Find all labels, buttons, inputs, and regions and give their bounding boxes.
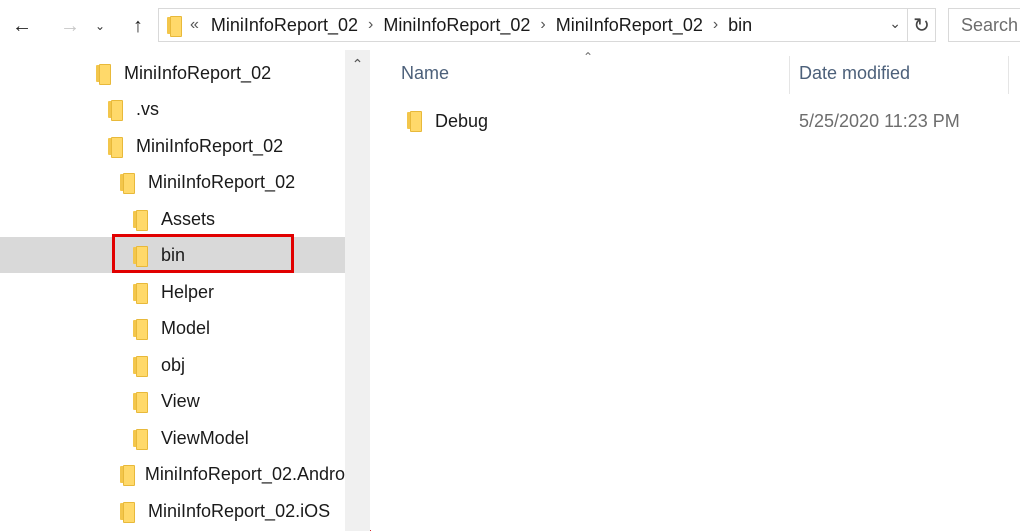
folder-icon <box>120 172 135 194</box>
scroll-up-icon[interactable]: ⌃ <box>345 56 370 73</box>
tree-item[interactable]: .vs <box>0 91 345 127</box>
tree-item[interactable]: obj <box>0 347 345 383</box>
file-list: ⌃ Name Date modified Debug 5/25/2020 11:… <box>371 50 1020 531</box>
tree-item[interactable]: ViewModel <box>0 420 345 456</box>
navigation-pane: MiniInfoReport_02 .vs MiniInfoReport_02 … <box>0 50 370 531</box>
tree-item-label: MiniInfoReport_02.Andro <box>144 463 345 484</box>
breadcrumb-item[interactable]: bin <box>728 15 752 36</box>
tree-item-label: View <box>161 390 200 411</box>
back-button[interactable]: ← <box>8 12 36 40</box>
tree-item[interactable]: Helper <box>0 274 345 310</box>
tree-item-label: MiniInfoReport_02.iOS <box>148 500 331 521</box>
column-header-date[interactable]: Date modified <box>799 50 910 96</box>
tree-item[interactable]: MiniInfoReport_02 <box>0 128 345 164</box>
arrow-left-icon: ← <box>12 14 32 37</box>
tree-item-label: obj <box>161 354 186 375</box>
tree-item[interactable]: View <box>0 383 345 419</box>
folder-icon <box>120 501 135 523</box>
search-input[interactable]: Search <box>948 8 1020 42</box>
nav-scrollbar[interactable]: ⌃ <box>345 50 370 531</box>
recent-locations-button[interactable]: ⌄ <box>92 12 108 40</box>
folder-icon <box>133 391 148 413</box>
chevron-right-icon[interactable]: › <box>703 16 728 34</box>
folder-icon <box>108 136 123 158</box>
tree-item-selected[interactable]: bin <box>0 237 345 273</box>
toolbar: ← → ⌄ ↑ « MiniInfoReport_02 › MiniInfoRe… <box>0 0 1020 50</box>
folder-icon <box>133 245 148 267</box>
sort-ascending-icon: ⌃ <box>583 50 594 64</box>
breadcrumb-item[interactable]: MiniInfoReport_02 <box>383 15 530 36</box>
folder-icon <box>108 99 123 121</box>
file-name: Debug <box>435 111 489 131</box>
folder-icon <box>120 464 135 486</box>
breadcrumb-item[interactable]: MiniInfoReport_02 <box>556 15 703 36</box>
folder-icon <box>133 355 148 377</box>
file-date: 5/25/2020 11:23 PM <box>799 111 960 131</box>
search-placeholder: Search <box>961 14 1019 35</box>
forward-button[interactable]: → <box>56 12 84 40</box>
tree-item-label: MiniInfoReport_02 <box>148 171 296 192</box>
folder-icon <box>133 282 148 304</box>
chevron-down-icon: ⌄ <box>94 19 106 33</box>
refresh-button[interactable]: ↻ <box>908 8 936 42</box>
arrow-up-icon: ↑ <box>133 14 143 37</box>
breadcrumb-item[interactable]: MiniInfoReport_02 <box>211 15 358 36</box>
tree-item-label: Helper <box>161 281 215 302</box>
tree-item[interactable]: MiniInfoReport_02.Andro <box>0 456 345 492</box>
tree-item[interactable]: MiniInfoReport_02.iOS <box>0 493 345 529</box>
file-row[interactable]: Debug 5/25/2020 11:23 PM <box>371 102 1020 138</box>
tree-item-label: Model <box>161 317 211 338</box>
tree-item[interactable]: Assets <box>0 201 345 237</box>
tree-item-label: bin <box>161 244 186 265</box>
tree-item-label: Assets <box>161 208 216 229</box>
tree-item[interactable]: MiniInfoReport_02 <box>0 164 345 200</box>
arrow-right-icon: → <box>60 14 80 37</box>
address-bar[interactable]: « MiniInfoReport_02 › MiniInfoReport_02 … <box>158 8 908 42</box>
folder-icon <box>133 209 148 231</box>
up-button[interactable]: ↑ <box>124 12 152 40</box>
tree-item[interactable]: MiniInfoReport_02 <box>0 55 345 91</box>
folder-icon <box>133 428 148 450</box>
column-header-name[interactable]: Name <box>401 50 449 96</box>
folder-icon <box>407 111 422 132</box>
chevron-right-icon[interactable]: › <box>530 16 555 34</box>
breadcrumb-overflow[interactable]: « <box>190 16 211 34</box>
folder-icon <box>167 15 182 37</box>
address-dropdown-icon[interactable]: ⌄ <box>889 15 901 32</box>
tree-item-label: .vs <box>136 98 160 119</box>
folder-icon <box>133 318 148 340</box>
column-divider[interactable] <box>789 56 790 94</box>
tree-item-label: MiniInfoReport_02 <box>124 62 272 83</box>
refresh-icon: ↻ <box>913 14 930 37</box>
chevron-right-icon[interactable]: › <box>358 16 383 34</box>
column-divider[interactable] <box>1008 56 1009 94</box>
folder-icon <box>96 63 111 85</box>
tree-item-label: ViewModel <box>161 427 249 448</box>
tree-item[interactable]: Model <box>0 310 345 346</box>
tree-item-label: MiniInfoReport_02 <box>136 135 284 156</box>
